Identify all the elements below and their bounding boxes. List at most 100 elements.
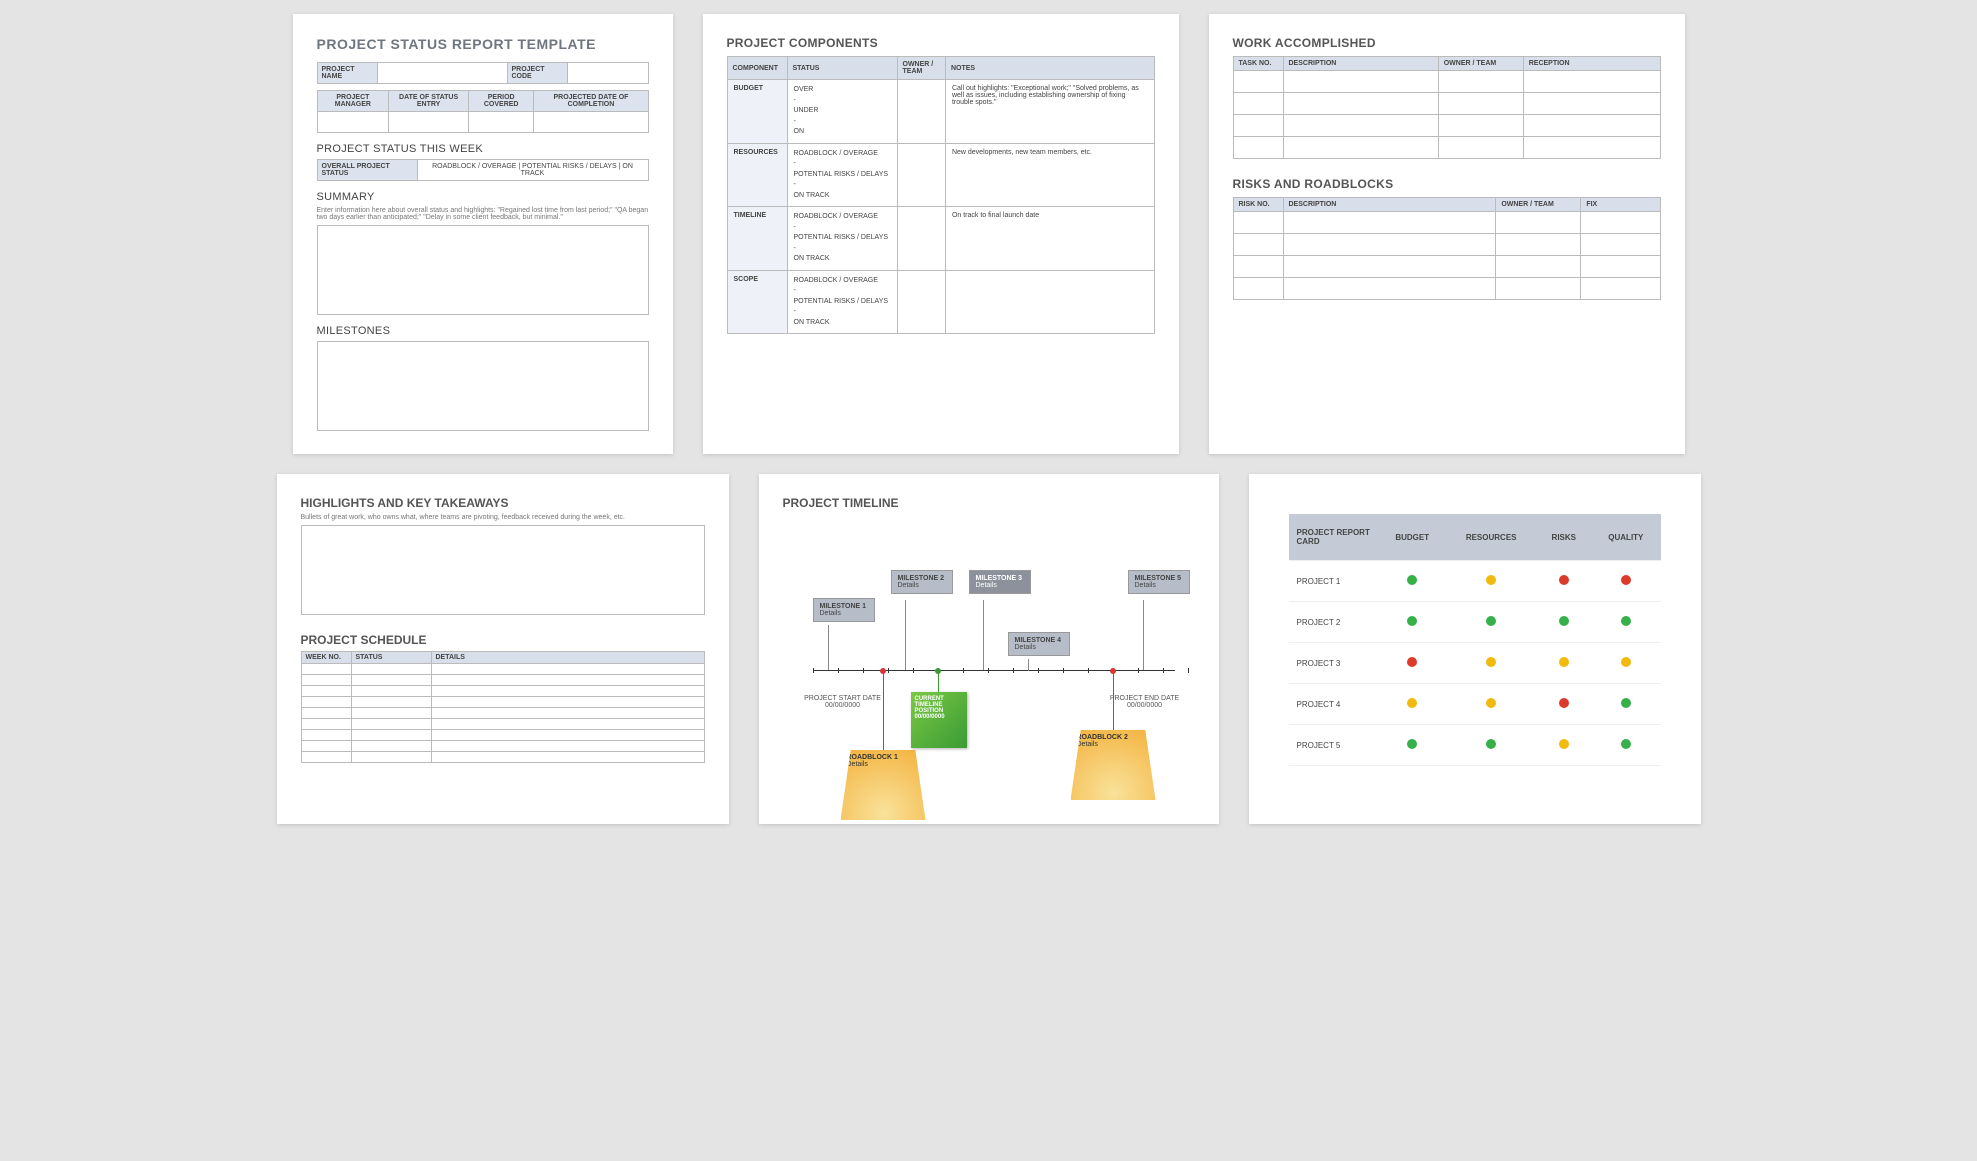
end-label: PROJECT END DATE00/00/0000 (1105, 695, 1185, 709)
col-reception: RECEPTION (1523, 57, 1660, 71)
col-details: DETAILS (431, 652, 704, 664)
page-highlights-schedule: HIGHLIGHTS AND KEY TAKEAWAYS Bullets of … (277, 474, 729, 824)
label-project-code: PROJECT CODE (507, 63, 567, 84)
status-dot-cell (1446, 684, 1536, 725)
components-table: COMPONENT STATUS OWNER / TEAM NOTES BUDG… (727, 56, 1155, 334)
status-dot-icon (1486, 739, 1496, 749)
col-task-no: TASK NO. (1233, 57, 1283, 71)
status-dot-icon (1559, 657, 1569, 667)
status-dot-icon (1621, 616, 1631, 626)
status-dot-cell (1536, 725, 1591, 766)
col-risk-no: RISK NO. (1233, 198, 1283, 212)
status-dot-cell (1446, 602, 1536, 643)
work-table: TASK NO. DESCRIPTION OWNER / TEAM RECEPT… (1233, 56, 1661, 159)
milestone-4: MILESTONE 4Details (1008, 632, 1070, 656)
timeline-axis (813, 670, 1175, 671)
status-dot-icon (1486, 657, 1496, 667)
col-budget: BUDGET (1379, 514, 1446, 561)
report-card-row: PROJECT 2 (1289, 602, 1661, 643)
project-name-cell: PROJECT 3 (1289, 643, 1379, 684)
resources-owner[interactable] (897, 143, 945, 207)
status-dot-icon (1621, 575, 1631, 585)
budget-status[interactable]: OVER - UNDER - ON (787, 80, 897, 144)
current-position: CURRENTTIMELINEPOSITION00/00/0000 (911, 692, 967, 748)
status-dot-icon (1559, 575, 1569, 585)
page-title: PROJECT STATUS REPORT TEMPLATE (317, 36, 649, 52)
status-dot-cell (1379, 602, 1446, 643)
milestones-box[interactable] (317, 341, 649, 431)
status-dot-icon (1407, 657, 1417, 667)
highlights-hint: Bullets of great work, who owns what, wh… (301, 514, 705, 521)
row-scope: SCOPE (727, 270, 787, 334)
budget-owner[interactable] (897, 80, 945, 144)
row-budget: BUDGET (727, 80, 787, 144)
budget-notes[interactable]: Call out highlights: "Exceptional work;"… (945, 80, 1154, 144)
milestone-1: MILESTONE 1Details (813, 598, 875, 622)
field-project-code[interactable] (567, 63, 648, 84)
status-dot-cell (1446, 643, 1536, 684)
timeline-status[interactable]: ROADBLOCK / OVERAGE - POTENTIAL RISKS / … (787, 207, 897, 271)
col-notes: NOTES (945, 57, 1154, 80)
status-dot-icon (1486, 698, 1496, 708)
risks-table: RISK NO. DESCRIPTION OWNER / TEAM FIX (1233, 197, 1661, 300)
status-dot-cell (1536, 602, 1591, 643)
scope-notes[interactable] (945, 270, 1154, 334)
col-desc2: DESCRIPTION (1283, 198, 1496, 212)
scope-status[interactable]: ROADBLOCK / OVERAGE - POTENTIAL RISKS / … (787, 270, 897, 334)
resources-status[interactable]: ROADBLOCK / OVERAGE - POTENTIAL RISKS / … (787, 143, 897, 207)
status-dot-icon (1559, 698, 1569, 708)
project-info-table: PROJECT NAME PROJECT CODE (317, 62, 649, 84)
row-resources: RESOURCES (727, 143, 787, 207)
highlights-box[interactable] (301, 525, 705, 615)
status-dot-cell (1536, 561, 1591, 602)
col-week: WEEK NO. (301, 652, 351, 664)
heading-highlights: HIGHLIGHTS AND KEY TAKEAWAYS (301, 496, 705, 510)
report-card-row: PROJECT 4 (1289, 684, 1661, 725)
project-name-cell: PROJECT 4 (1289, 684, 1379, 725)
status-dot-icon (1407, 698, 1417, 708)
row-timeline: TIMELINE (727, 207, 787, 271)
heading-risks: RISKS AND ROADBLOCKS (1233, 177, 1661, 191)
page-work-risks: WORK ACCOMPLISHED TASK NO. DESCRIPTION O… (1209, 14, 1685, 454)
status-dot-icon (1559, 739, 1569, 749)
status-dot-cell (1591, 602, 1660, 643)
scope-owner[interactable] (897, 270, 945, 334)
status-dot-icon (1486, 616, 1496, 626)
timeline-canvas: MILESTONE 1Details MILESTONE 2Details MI… (783, 520, 1195, 824)
status-dot-icon (1621, 698, 1631, 708)
page-project-status-report: PROJECT STATUS REPORT TEMPLATE PROJECT N… (293, 14, 673, 454)
status-dot-icon (1559, 616, 1569, 626)
timeline-owner[interactable] (897, 207, 945, 271)
project-name-cell: PROJECT 2 (1289, 602, 1379, 643)
roadblock-2: ROADBLOCK 2Details (1071, 730, 1156, 800)
field-project-name[interactable] (377, 63, 507, 84)
status-dot-cell (1446, 725, 1536, 766)
col-status: STATUS (787, 57, 897, 80)
resources-notes[interactable]: New developments, new team members, etc. (945, 143, 1154, 207)
milestone-2: MILESTONE 2Details (891, 570, 953, 594)
status-dot-cell (1591, 561, 1660, 602)
roadblock-1: ROADBLOCK 1Details (841, 750, 926, 820)
label-overall-status: OVERALL PROJECT STATUS (317, 160, 417, 181)
timeline-notes[interactable]: On track to final launch date (945, 207, 1154, 271)
heading-schedule: PROJECT SCHEDULE (301, 633, 705, 647)
col-risks: RISKS (1536, 514, 1591, 561)
col-owner2: OWNER / TEAM (1496, 198, 1581, 212)
project-meta-table: PROJECT MANAGER DATE OF STATUS ENTRY PER… (317, 90, 649, 133)
page-timeline: PROJECT TIMELINE MILESTONE 1Details MILE… (759, 474, 1219, 824)
col-owner: OWNER / TEAM (897, 57, 945, 80)
status-dot-icon (1486, 575, 1496, 585)
report-card-table: PROJECT REPORT CARD BUDGET RESOURCES RIS… (1289, 514, 1661, 766)
heading-summary: SUMMARY (317, 191, 649, 203)
page-report-card: PROJECT REPORT CARD BUDGET RESOURCES RIS… (1249, 474, 1701, 824)
col-pm: PROJECT MANAGER (317, 91, 389, 112)
status-dot-icon (1407, 739, 1417, 749)
col-owner: OWNER / TEAM (1438, 57, 1523, 71)
project-name-cell: PROJECT 5 (1289, 725, 1379, 766)
col-fix: FIX (1581, 198, 1660, 212)
status-options[interactable]: ROADBLOCK / OVERAGE | POTENTIAL RISKS / … (417, 160, 648, 181)
col-desc: DESCRIPTION (1283, 57, 1438, 71)
report-card-row: PROJECT 1 (1289, 561, 1661, 602)
summary-box[interactable] (317, 225, 649, 315)
col-period: PERIOD COVERED (468, 91, 533, 112)
